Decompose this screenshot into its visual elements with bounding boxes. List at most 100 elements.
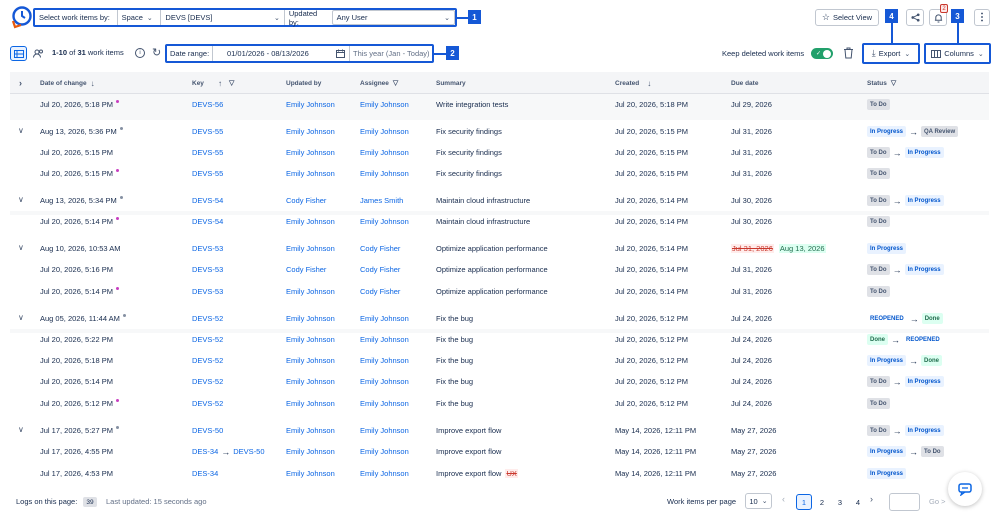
scope-select[interactable]: Space ⌄ — [116, 10, 161, 25]
page-1[interactable]: 1 — [796, 494, 812, 510]
cell-assignee[interactable]: Emily Johnson — [360, 163, 409, 184]
chat-support-button[interactable] — [948, 472, 982, 506]
table-row[interactable]: ∨ Aug 13, 2026, 5:34 PM DEVS-54 Cody Fisher… — [10, 190, 989, 211]
cell-updated-by[interactable]: Emily Johnson — [286, 238, 335, 259]
col-key[interactable]: Key ↑ ▽ — [192, 72, 234, 94]
columns-button[interactable]: Columns ⌄ — [924, 43, 991, 64]
expand-all-icon[interactable]: › — [19, 72, 22, 94]
table-row[interactable]: Jul 20, 2026, 5:22 PM DEVS-52 Emily Johnso… — [10, 329, 989, 350]
table-row[interactable]: ∨ Aug 05, 2026, 11:44 AM DEVS-52 Emily John… — [10, 308, 989, 329]
col-due-date[interactable]: Due date — [731, 72, 758, 94]
key-link[interactable]: DEVS-52 — [192, 314, 223, 323]
cell-updated-by[interactable]: Emily Johnson — [286, 308, 335, 329]
cell-updated-by[interactable]: Emily Johnson — [286, 463, 335, 484]
cell-updated-by[interactable]: Emily Johnson — [286, 163, 335, 184]
date-preset[interactable]: This year (Jan - Today) — [350, 49, 430, 58]
key-link[interactable]: DEVS-55 — [192, 148, 223, 157]
table-row[interactable]: Jul 20, 2026, 5:14 PM DEVS-52 Emily Johnso… — [10, 371, 989, 392]
chevron-down-icon[interactable]: ∨ — [18, 313, 24, 322]
key-link[interactable]: DEVS-54 — [192, 196, 223, 205]
select-view-button[interactable]: ☆ Select View — [815, 9, 879, 26]
cell-updated-by[interactable]: Emily Johnson — [286, 441, 335, 462]
date-range-input[interactable]: 01/01/2026 - 08/13/2026 — [213, 46, 350, 61]
cell-updated-by[interactable]: Cody Fisher — [286, 259, 326, 280]
key-link[interactable]: DEVS-52 — [192, 399, 223, 408]
col-created[interactable]: Created ↓ — [615, 72, 651, 94]
table-row[interactable]: ∨ Aug 13, 2026, 5:36 PM DEVS-55 Emily Johns… — [10, 121, 989, 142]
table-row[interactable]: Jul 20, 2026, 5:14 PM DEVS-53 Emily Johnso… — [10, 281, 989, 302]
col-assignee[interactable]: Assignee ▽ — [360, 72, 398, 94]
cell-assignee[interactable]: Emily Johnson — [360, 308, 409, 329]
more-menu-button[interactable]: ⋮ — [974, 9, 990, 26]
table-row[interactable]: Jul 20, 2026, 5:12 PM DEVS-52 Emily Johnso… — [10, 393, 989, 414]
export-button[interactable]: ⤓ Export ⌄ — [862, 43, 920, 64]
cell-assignee[interactable]: Emily Johnson — [360, 371, 409, 392]
grouped-view-toggle[interactable] — [31, 47, 45, 60]
page-3[interactable]: 3 — [832, 494, 848, 510]
key-link[interactable]: DEVS-53 — [192, 265, 223, 274]
share-button[interactable] — [906, 9, 924, 26]
cell-assignee[interactable]: Emily Johnson — [360, 329, 409, 350]
table-row[interactable]: Jul 20, 2026, 5:18 PM DEVS-52 Emily Johnso… — [10, 350, 989, 371]
cell-assignee[interactable]: Emily Johnson — [360, 420, 409, 441]
cell-updated-by[interactable]: Emily Johnson — [286, 211, 335, 232]
col-status[interactable]: Status ▽ — [867, 72, 896, 94]
table-row[interactable]: Jul 20, 2026, 5:16 PM DEVS-53 Cody Fisher C… — [10, 259, 989, 280]
cell-updated-by[interactable]: Cody Fisher — [286, 190, 326, 211]
go-button[interactable]: Go > — [929, 497, 945, 506]
table-row[interactable]: Jul 20, 2026, 5:14 PM DEVS-54 Emily Johnso… — [10, 211, 989, 232]
cell-assignee[interactable]: Emily Johnson — [360, 121, 409, 142]
table-row[interactable]: Jul 20, 2026, 5:15 PM DEVS-55 Emily Johnso… — [10, 142, 989, 163]
cell-assignee[interactable]: Emily Johnson — [360, 142, 409, 163]
cell-assignee[interactable]: Cody Fisher — [360, 238, 400, 259]
table-view-toggle[interactable] — [10, 46, 27, 61]
chevron-down-icon[interactable]: ∨ — [18, 126, 24, 135]
chevron-down-icon[interactable]: ∨ — [18, 243, 24, 252]
key-link[interactable]: DEVS-54 — [192, 217, 223, 226]
chevron-down-icon[interactable]: ∨ — [18, 195, 24, 204]
cell-updated-by[interactable]: Emily Johnson — [286, 329, 335, 350]
cell-updated-by[interactable]: Emily Johnson — [286, 393, 335, 414]
cell-assignee[interactable]: Cody Fisher — [360, 259, 400, 280]
updated-by-select[interactable]: Any User ⌄ — [331, 10, 455, 25]
go-to-page-input[interactable] — [889, 493, 920, 511]
table-row[interactable]: Jul 20, 2026, 5:15 PM DEVS-55 Emily Johnso… — [10, 163, 989, 184]
key-link[interactable]: DEVS-50 — [192, 426, 223, 435]
refresh-icon[interactable]: ↻ — [152, 46, 161, 59]
page-2[interactable]: 2 — [814, 494, 830, 510]
chevron-down-icon[interactable]: ∨ — [18, 425, 24, 434]
key-link[interactable]: DEVS-52 — [192, 335, 223, 344]
keep-deleted-toggle[interactable]: ✓ — [811, 48, 833, 59]
key-link[interactable]: DEVS-52 — [192, 377, 223, 386]
cell-assignee[interactable]: Emily Johnson — [360, 94, 409, 115]
table-row[interactable]: ∨ Jul 17, 2026, 5:27 PM DEVS-50 Emily Johns… — [10, 420, 989, 441]
col-date-of-change[interactable]: Date of change ↓ — [40, 72, 95, 94]
cell-assignee[interactable]: Emily Johnson — [360, 211, 409, 232]
trash-icon[interactable] — [843, 47, 854, 59]
prev-page-icon[interactable]: ‹ — [782, 494, 785, 504]
cell-updated-by[interactable]: Emily Johnson — [286, 121, 335, 142]
cell-assignee[interactable]: James Smith — [360, 190, 403, 211]
key-link-new[interactable]: DEVS-50 — [233, 447, 264, 456]
table-row[interactable]: ∨ Aug 10, 2026, 10:53 AM DEVS-53 Emily John… — [10, 238, 989, 259]
space-select[interactable]: DEVS [DEVS] ⌄ — [160, 10, 283, 25]
cell-assignee[interactable]: Emily Johnson — [360, 463, 409, 484]
key-link[interactable]: DEVS-53 — [192, 244, 223, 253]
next-page-icon[interactable]: › — [870, 494, 873, 504]
key-link[interactable]: DEVS-53 — [192, 287, 223, 296]
key-link[interactable]: DES-34 — [192, 469, 218, 478]
cell-assignee[interactable]: Cody Fisher — [360, 281, 400, 302]
table-row[interactable]: Jul 17, 2026, 4:55 PM DES-34 → DEVS-50 Emily… — [10, 441, 989, 462]
key-link[interactable]: DEVS-55 — [192, 127, 223, 136]
key-link[interactable]: DES-34 — [192, 447, 218, 456]
cell-updated-by[interactable]: Emily Johnson — [286, 420, 335, 441]
key-link[interactable]: DEVS-55 — [192, 169, 223, 178]
col-updated-by[interactable]: Updated by — [286, 72, 321, 94]
col-summary[interactable]: Summary — [436, 72, 466, 94]
cell-assignee[interactable]: Emily Johnson — [360, 441, 409, 462]
table-row[interactable]: Jul 17, 2026, 4:53 PM DES-34 Emily Johnson… — [10, 463, 989, 484]
info-icon[interactable]: i — [135, 48, 145, 58]
page-4[interactable]: 4 — [850, 494, 866, 510]
cell-updated-by[interactable]: Emily Johnson — [286, 371, 335, 392]
table-row[interactable]: Jul 20, 2026, 5:18 PM DEVS-56 Emily Johnso… — [10, 94, 989, 115]
